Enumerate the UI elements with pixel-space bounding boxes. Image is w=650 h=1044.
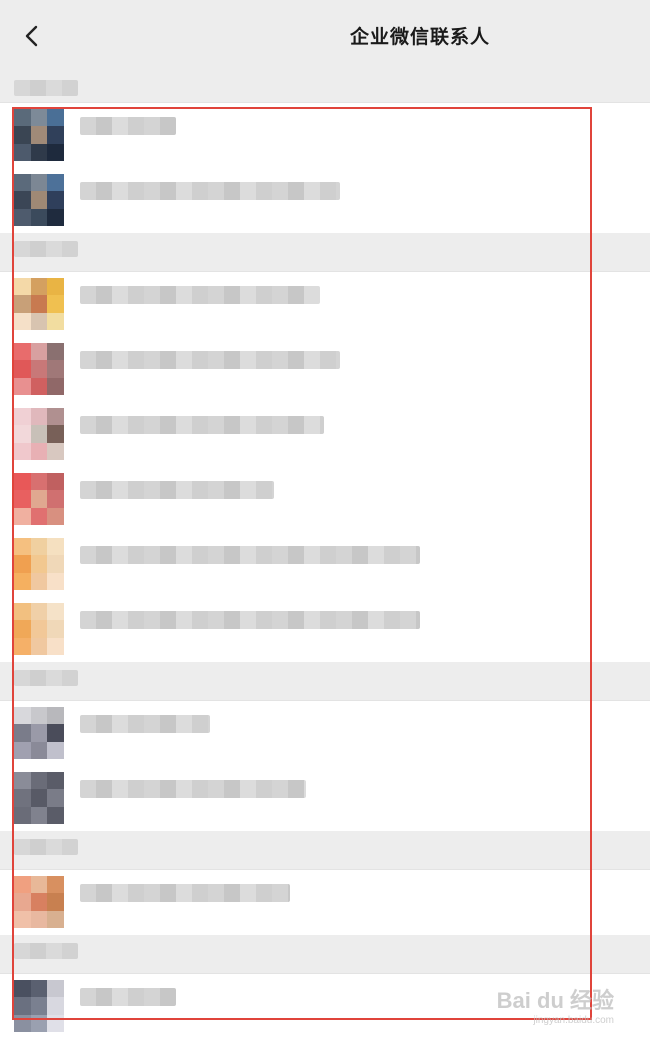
contact-name [80,988,176,1006]
contact-name [80,286,320,304]
contact-row[interactable] [0,402,650,467]
contact-name [80,182,340,200]
contact-row[interactable] [0,467,650,532]
group-header [0,233,650,272]
contact-row[interactable] [0,766,650,831]
group-header-label [14,80,78,96]
chevron-left-icon [25,25,38,47]
contact-row[interactable] [0,272,650,337]
page-title: 企业微信联系人 [350,26,491,48]
avatar [14,278,64,330]
contact-name [80,715,210,733]
avatar [14,772,64,824]
contact-name [80,416,324,434]
contact-name [80,780,306,798]
contact-name [80,546,420,564]
avatar [14,538,64,590]
title-bar: 企业微信联系人 [0,0,650,73]
avatar [14,707,64,759]
group-header [0,831,650,870]
contact-row[interactable] [0,168,650,233]
back-button[interactable] [14,18,50,54]
avatar [14,980,64,1032]
contact-row[interactable] [0,103,650,168]
watermark-sub: jingyan.baidu.com [533,1015,614,1026]
avatar [14,603,64,655]
contact-name [80,611,420,629]
group-header-label [14,670,78,686]
watermark: Bai du 经验 jingyan.baidu.com [497,983,614,1026]
group-header-label [14,241,78,257]
group-header [0,662,650,701]
avatar [14,876,64,928]
avatar [14,174,64,226]
contact-row[interactable] [0,701,650,766]
contact-row[interactable] [0,597,650,662]
contact-name [80,481,274,499]
group-header-label [14,839,78,855]
contact-name [80,117,176,135]
contact-name [80,351,340,369]
watermark-text: Bai du 经验 [496,988,614,1013]
avatar [14,473,64,525]
group-header [0,935,650,974]
contact-row[interactable] [0,532,650,597]
avatar [14,408,64,460]
contact-list [0,72,650,1039]
avatar [14,109,64,161]
avatar [14,343,64,395]
contact-name [80,884,290,902]
contact-row[interactable] [0,870,650,935]
contact-row[interactable] [0,337,650,402]
group-header-label [14,943,78,959]
group-header [0,72,650,103]
